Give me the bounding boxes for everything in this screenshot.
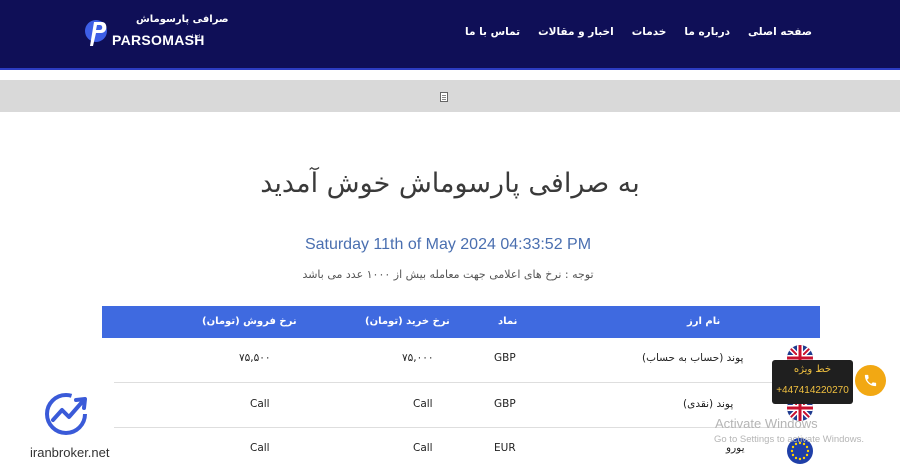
logo[interactable]: صرافی پارسوماش PARSOMASH Ltd <box>80 12 229 52</box>
logo-tm: Ltd <box>192 34 200 40</box>
hotline-phone[interactable]: +447414220270 <box>772 385 853 396</box>
page: صرافی پارسوماش PARSOMASH Ltd صفحه اصلی د… <box>0 0 900 470</box>
main-nav: صفحه اصلی درباره ما خدمات اخبار و مقالات… <box>465 26 812 38</box>
broken-image-icon <box>440 92 448 102</box>
logo-subtitle: صرافی پارسوماش <box>136 14 229 25</box>
table-row: پوند (حساب به حساب) GBP ۷۵,۰۰۰ ۷۵,۵۰۰ <box>114 338 806 383</box>
cell-buy-rate: Call <box>413 398 433 410</box>
current-datetime: Saturday 11th of May 2024 04:33:52 PM <box>304 236 592 253</box>
activation-watermark-subtitle: Go to Settings to activate Windows. <box>714 434 864 445</box>
hotline-box[interactable]: خط ویژه +447414220270 <box>772 360 853 404</box>
header-buy-rate: نرخ خرید (تومان) <box>365 316 450 327</box>
banner-bar <box>0 80 900 112</box>
nav-home[interactable]: صفحه اصلی <box>748 26 812 38</box>
logo-name: PARSOMASH <box>112 32 205 48</box>
cell-symbol: GBP <box>494 398 516 410</box>
welcome-heading: به صرافی پارسوماش خوش آمدید <box>260 168 640 199</box>
header-sell-rate: نرخ فروش (تومان) <box>202 316 297 327</box>
call-button[interactable] <box>855 365 886 396</box>
activation-watermark-title: Activate Windows <box>715 416 818 431</box>
iranbroker-logo-icon <box>45 393 87 435</box>
rates-table-header: نام ارز نماد نرخ خرید (تومان) نرخ فروش (… <box>102 306 820 338</box>
table-row: پوند (نقدی) GBP Call Call <box>114 383 806 428</box>
cell-currency-name: پوند (نقدی) <box>683 398 734 410</box>
cell-symbol: GBP <box>494 352 516 364</box>
cell-sell-rate: Call <box>250 398 270 410</box>
site-header: صرافی پارسوماش PARSOMASH Ltd صفحه اصلی د… <box>0 0 900 70</box>
nav-services[interactable]: خدمات <box>632 26 667 38</box>
cell-currency-name: پوند (حساب به حساب) <box>642 352 744 364</box>
iranbroker-text: iranbroker.net <box>30 445 110 460</box>
header-symbol: نماد <box>498 316 518 327</box>
nav-contact[interactable]: تماس با ما <box>465 26 520 38</box>
cell-symbol: EUR <box>494 442 516 454</box>
phone-icon <box>864 374 877 387</box>
cell-sell-rate: Call <box>250 442 270 454</box>
hotline-title: خط ویژه <box>793 364 832 375</box>
table-row: یورو EUR Call Call <box>114 428 806 470</box>
logo-mark-icon <box>85 20 107 46</box>
header-currency-name: نام ارز <box>687 316 721 327</box>
nav-about[interactable]: درباره ما <box>684 26 730 38</box>
rates-notice: توجه : نرخ های اعلامی جهت معامله بیش از … <box>302 268 594 281</box>
nav-news[interactable]: اخبار و مقالات <box>538 26 614 38</box>
cell-buy-rate: ۷۵,۰۰۰ <box>402 352 434 364</box>
cell-buy-rate: Call <box>413 442 433 454</box>
cell-sell-rate: ۷۵,۵۰۰ <box>239 352 271 364</box>
